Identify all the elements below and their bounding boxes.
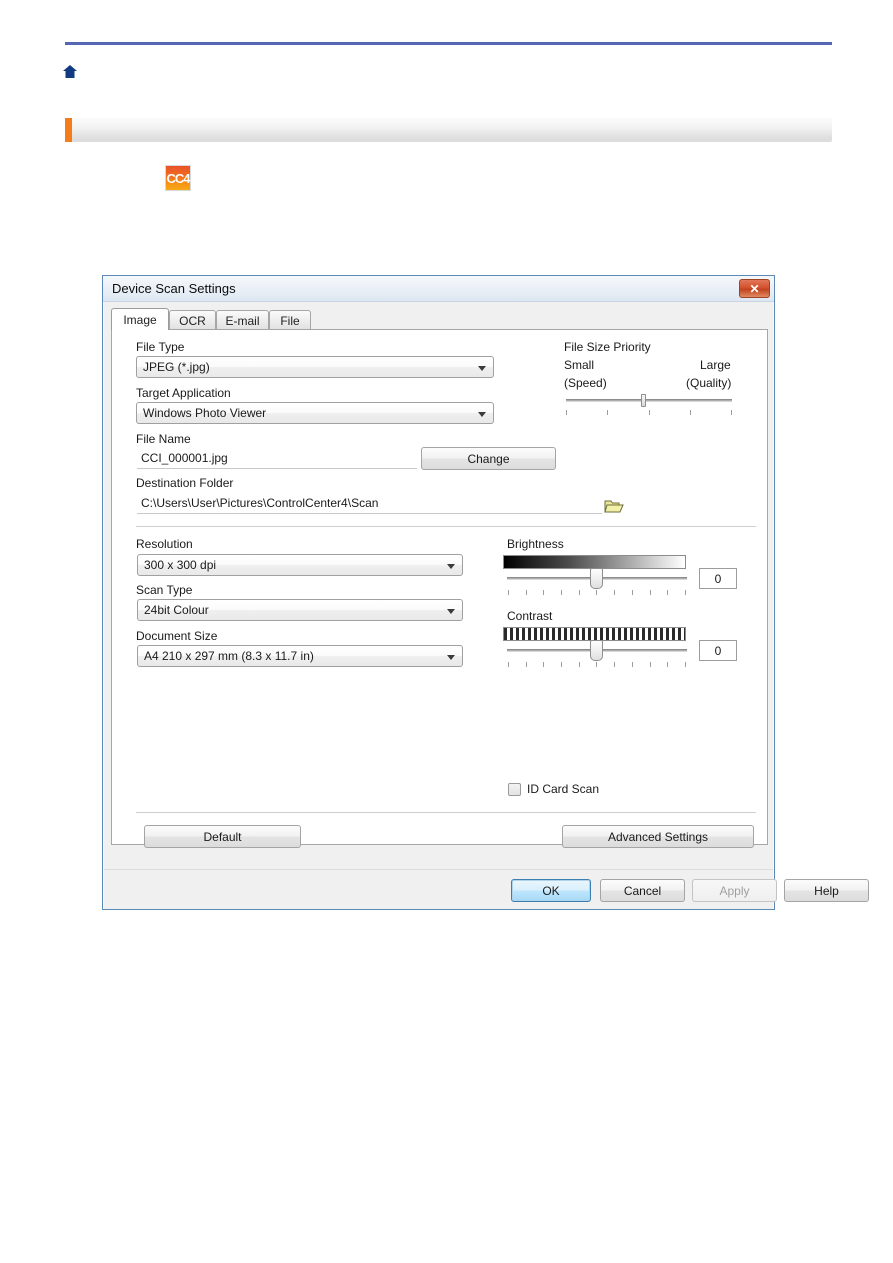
contrast-label: Contrast	[507, 609, 553, 623]
document-size-value: A4 210 x 297 mm (8.3 x 11.7 in)	[144, 649, 314, 663]
chevron-down-icon	[478, 366, 486, 371]
file-size-priority-large-label: Large	[700, 358, 731, 372]
advanced-settings-button[interactable]: Advanced Settings	[562, 825, 754, 848]
brightness-label: Brightness	[507, 537, 564, 551]
target-application-label: Target Application	[136, 386, 231, 400]
tab-image[interactable]: Image	[111, 308, 169, 330]
file-type-value: JPEG (*.jpg)	[143, 360, 210, 374]
brightness-slider-ticks	[508, 590, 686, 595]
scan-type-value: 24bit Colour	[144, 603, 209, 617]
default-button-label: Default	[203, 829, 242, 844]
tab-file[interactable]: File	[269, 310, 311, 330]
file-size-priority-speed-label: (Speed)	[564, 376, 607, 390]
help-button-label: Help	[814, 883, 839, 898]
target-application-value: Windows Photo Viewer	[143, 406, 267, 420]
tab-email-label: E-mail	[225, 313, 260, 328]
document-size-select[interactable]: A4 210 x 297 mm (8.3 x 11.7 in)	[137, 645, 463, 667]
tab-image-label: Image	[123, 312, 157, 327]
file-type-label: File Type	[136, 340, 185, 354]
apply-button[interactable]: Apply	[692, 879, 777, 902]
document-size-label: Document Size	[136, 629, 218, 643]
controlcenter4-icon: CC4	[165, 165, 191, 191]
destination-folder-input[interactable]: C:\Users\User\Pictures\ControlCenter4\Sc…	[137, 493, 602, 514]
brightness-gradient-bar	[503, 555, 686, 569]
file-size-priority-slider-thumb[interactable]	[641, 394, 646, 407]
resolution-select[interactable]: 300 x 300 dpi	[137, 554, 463, 576]
section-heading-accent	[65, 118, 72, 142]
resolution-label: Resolution	[136, 537, 193, 551]
id-card-scan-checkbox[interactable]	[508, 782, 521, 796]
file-name-label: File Name	[136, 432, 191, 446]
dialog-titlebar: Device Scan Settings ✕	[103, 276, 774, 302]
contrast-slider-ticks	[508, 662, 686, 667]
cancel-button[interactable]: Cancel	[600, 879, 685, 902]
tab-email[interactable]: E-mail	[216, 310, 269, 330]
file-name-input[interactable]: CCI_000001.jpg	[137, 448, 417, 469]
tab-strip: Image OCR E-mail File	[111, 308, 768, 330]
contrast-value: 0	[714, 643, 722, 658]
image-tab-panel: File Type JPEG (*.jpg) Target Applicatio…	[111, 329, 768, 848]
section-heading-bar	[65, 118, 832, 142]
file-size-priority-label: File Size Priority	[564, 340, 651, 354]
chevron-down-icon	[478, 412, 486, 417]
dialog-title: Device Scan Settings	[112, 281, 236, 296]
tab-file-label: File	[280, 313, 300, 328]
file-size-priority-slider-ticks	[566, 410, 732, 415]
close-icon[interactable]: ✕	[739, 279, 770, 298]
chevron-down-icon	[447, 564, 455, 569]
contrast-slider-thumb[interactable]	[590, 640, 603, 661]
brightness-value: 0	[714, 571, 722, 586]
file-size-priority-small-label: Small	[564, 358, 595, 372]
controlcenter4-icon-label: CC4	[166, 170, 190, 186]
dialog-footer: OK Cancel Apply Help	[104, 869, 869, 909]
brightness-value-box[interactable]: 0	[699, 568, 737, 589]
file-type-select[interactable]: JPEG (*.jpg)	[136, 356, 494, 378]
folder-icon[interactable]	[604, 498, 624, 515]
chevron-down-icon	[447, 609, 455, 614]
change-button-label: Change	[467, 451, 510, 466]
scan-type-select[interactable]: 24bit Colour	[137, 599, 463, 621]
scan-type-label: Scan Type	[136, 583, 193, 597]
change-button[interactable]: Change	[421, 447, 556, 470]
advanced-settings-button-label: Advanced Settings	[607, 829, 709, 844]
tab-ocr[interactable]: OCR	[169, 310, 216, 330]
footer-divider	[136, 812, 756, 813]
file-size-priority-slider-track[interactable]	[566, 399, 732, 402]
chevron-down-icon	[447, 655, 455, 660]
page-top-rule	[65, 42, 832, 45]
tab-ocr-label: OCR	[179, 313, 206, 328]
file-size-priority-quality-label: (Quality)	[686, 376, 732, 390]
id-card-scan-row[interactable]: ID Card Scan	[508, 782, 599, 796]
home-icon[interactable]	[62, 64, 78, 80]
ok-button[interactable]: OK	[511, 879, 591, 902]
destination-folder-value: C:\Users\User\Pictures\ControlCenter4\Sc…	[141, 496, 379, 510]
id-card-scan-label: ID Card Scan	[527, 782, 600, 796]
apply-button-label: Apply	[719, 883, 750, 898]
section-divider	[136, 526, 756, 527]
cancel-button-label: Cancel	[623, 883, 662, 898]
close-icon-glyph: ✕	[749, 281, 760, 296]
brightness-slider-thumb[interactable]	[590, 568, 603, 589]
default-button[interactable]: Default	[144, 825, 301, 848]
contrast-pattern-bar	[503, 627, 686, 641]
help-button[interactable]: Help	[784, 879, 869, 902]
contrast-value-box[interactable]: 0	[699, 640, 737, 661]
resolution-value: 300 x 300 dpi	[144, 558, 217, 572]
target-application-select[interactable]: Windows Photo Viewer	[136, 402, 494, 424]
destination-folder-label: Destination Folder	[136, 476, 234, 490]
device-scan-settings-dialog: Device Scan Settings ✕ Image OCR E-mail …	[102, 275, 869, 910]
ok-button-label: OK	[542, 883, 560, 898]
file-name-value: CCI_000001.jpg	[141, 451, 228, 465]
